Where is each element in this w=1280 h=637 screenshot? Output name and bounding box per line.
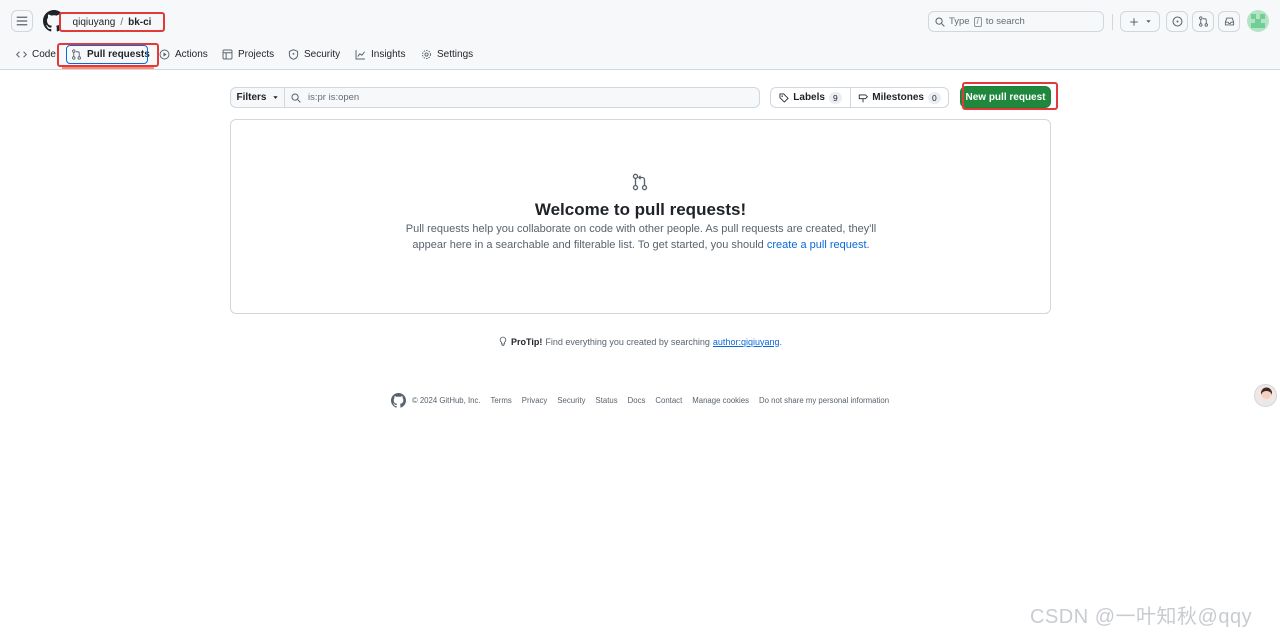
blankslate-period: . bbox=[866, 239, 870, 251]
annotation-highlight-new-pr bbox=[962, 82, 1058, 110]
triangle-down-icon bbox=[1145, 20, 1151, 23]
create-new-button[interactable] bbox=[1120, 11, 1160, 32]
tab-insights[interactable]: Insights bbox=[355, 44, 405, 64]
footer-link-privacy[interactable]: Privacy bbox=[522, 396, 548, 405]
tab-security-label: Security bbox=[304, 48, 341, 60]
search-shortcut-key: / bbox=[973, 16, 982, 27]
breadcrumb-separator: / bbox=[120, 16, 124, 28]
watermark-text: CSDN @一叶知秋@qqy bbox=[1030, 606, 1253, 628]
tab-insights-label: Insights bbox=[371, 48, 406, 60]
protip: ProTip! Find everything you created by s… bbox=[0, 336, 1280, 347]
milestones-count: 0 bbox=[927, 91, 941, 104]
footer-link-manage-cookies[interactable]: Manage cookies bbox=[692, 396, 749, 405]
filters-label: Filters bbox=[236, 92, 267, 103]
inbox-icon[interactable] bbox=[1218, 11, 1240, 32]
app-header: qiqiuyang / bk-ci Type / to search Code … bbox=[0, 0, 1280, 70]
tab-actions[interactable]: Actions bbox=[159, 44, 208, 64]
user-avatar[interactable] bbox=[1247, 10, 1269, 32]
header-divider bbox=[1112, 14, 1113, 30]
hamburger-icon[interactable] bbox=[11, 10, 33, 32]
milestones-button[interactable]: Milestones 0 bbox=[851, 88, 948, 107]
tab-code[interactable]: Code bbox=[16, 44, 56, 64]
search-icon bbox=[291, 92, 301, 103]
footer-link-do-not-share[interactable]: Do not share my personal information bbox=[759, 396, 889, 405]
light-bulb-icon bbox=[499, 336, 507, 346]
milestones-label: Milestones bbox=[872, 92, 924, 103]
protip-text: Find everything you created by searching bbox=[545, 336, 710, 347]
pull-request-icon[interactable] bbox=[1192, 11, 1214, 32]
tab-settings-label: Settings bbox=[437, 48, 474, 60]
issue-icon[interactable] bbox=[1166, 11, 1188, 32]
search-suffix: to search bbox=[985, 16, 1025, 27]
labels-label: Labels bbox=[793, 92, 825, 103]
repo-name-link[interactable]: bk-ci bbox=[128, 17, 151, 28]
milestone-icon bbox=[859, 93, 869, 102]
footer-link-status[interactable]: Status bbox=[596, 396, 618, 405]
footer-link-terms[interactable]: Terms bbox=[491, 396, 512, 405]
tab-projects[interactable]: Projects bbox=[222, 44, 274, 64]
labels-milestones-group: Labels 9 Milestones 0 bbox=[770, 87, 949, 108]
footer-link-security[interactable]: Security bbox=[557, 396, 585, 405]
plus-icon bbox=[1129, 17, 1138, 26]
blankslate-panel: Welcome to pull requests! Pull requests … bbox=[230, 119, 1051, 314]
gear-icon bbox=[422, 49, 431, 59]
tab-code-label: Code bbox=[32, 48, 56, 60]
graph-icon bbox=[355, 49, 366, 59]
footer-link-contact[interactable]: Contact bbox=[655, 396, 682, 405]
blankslate-description: Pull requests help you collaborate on co… bbox=[401, 221, 881, 253]
pull-request-icon bbox=[632, 173, 648, 191]
filter-search-input[interactable]: is:pr is:open bbox=[285, 88, 759, 107]
filter-value: is:pr is:open bbox=[308, 92, 360, 103]
copyright-text: © 2024 GitHub, Inc. bbox=[411, 396, 481, 405]
floating-assistant-avatar[interactable] bbox=[1254, 384, 1277, 407]
top-bar: qiqiuyang / bk-ci Type / to search bbox=[0, 0, 1280, 42]
filters-bar: Filters is:pr is:open bbox=[230, 87, 760, 108]
blankslate-title: Welcome to pull requests! bbox=[534, 200, 747, 219]
protip-label: ProTip! bbox=[510, 336, 543, 347]
filters-button[interactable]: Filters bbox=[231, 88, 285, 107]
play-icon bbox=[159, 49, 170, 59]
breadcrumb: qiqiuyang / bk-ci bbox=[59, 12, 165, 32]
repo-owner-link[interactable]: qiqiuyang bbox=[73, 17, 116, 28]
global-search-input[interactable]: Type / to search bbox=[928, 11, 1104, 32]
triangle-down-icon bbox=[272, 96, 278, 99]
annotation-highlight-tab bbox=[57, 43, 159, 67]
footer-copyright: © 2024 GitHub, Inc. bbox=[390, 393, 481, 408]
tab-settings[interactable]: Settings bbox=[421, 44, 473, 64]
labels-count: 9 bbox=[828, 91, 842, 104]
site-footer: © 2024 GitHub, Inc. Terms Privacy Securi… bbox=[0, 393, 1280, 408]
tab-security[interactable]: Security bbox=[288, 44, 340, 64]
table-icon bbox=[222, 49, 233, 59]
search-icon bbox=[935, 16, 945, 27]
active-tab-underline bbox=[62, 67, 154, 69]
search-prefix: Type bbox=[949, 16, 970, 27]
footer-link-docs[interactable]: Docs bbox=[628, 396, 646, 405]
github-logo-icon[interactable] bbox=[390, 393, 406, 408]
labels-button[interactable]: Labels 9 bbox=[771, 88, 851, 107]
tab-projects-label: Projects bbox=[238, 48, 275, 60]
code-icon bbox=[16, 50, 27, 58]
shield-icon bbox=[288, 48, 299, 60]
tag-icon bbox=[779, 93, 789, 103]
author-search-link[interactable]: author:qiqiuyang bbox=[713, 337, 780, 347]
tab-actions-label: Actions bbox=[175, 48, 208, 60]
protip-period: . bbox=[779, 336, 782, 347]
create-pull-request-link[interactable]: create a pull request bbox=[767, 239, 867, 251]
